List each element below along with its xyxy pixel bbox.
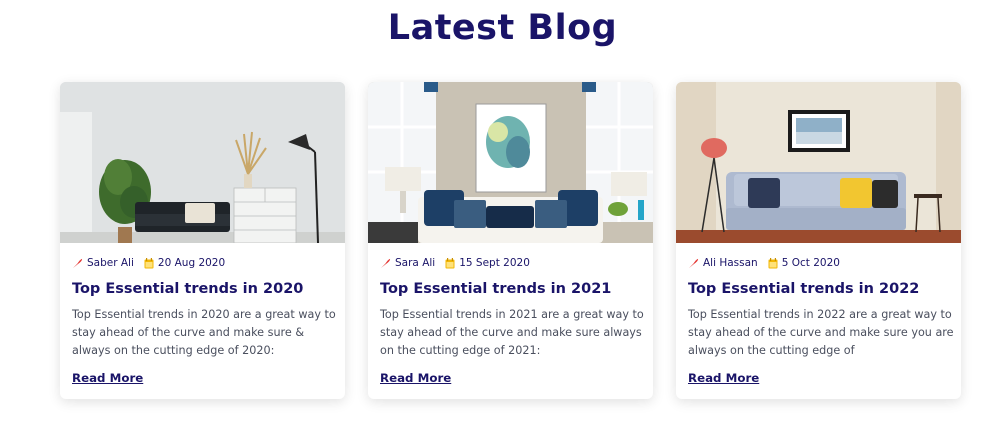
post-author[interactable]: Saber Ali (87, 257, 134, 269)
read-more-link[interactable]: Read More (72, 371, 143, 385)
calendar-icon (768, 257, 778, 269)
post-title[interactable]: Top Essential trends in 2021 (380, 281, 645, 297)
post-title[interactable]: Top Essential trends in 2020 (72, 281, 337, 297)
blog-card: Sara Ali 15 Sept 2020 Top Essential tren… (368, 82, 653, 399)
blog-image[interactable] (60, 82, 345, 243)
post-excerpt: Top Essential trends in 2021 are a great… (380, 308, 644, 357)
post-date: 15 Sept 2020 (459, 257, 530, 269)
post-excerpt: Top Essential trends in 2022 are a great… (688, 308, 954, 357)
read-more-link[interactable]: Read More (688, 371, 759, 385)
post-meta: Sara Ali 15 Sept 2020 (380, 255, 530, 271)
feather-pen-icon (688, 258, 699, 269)
feather-pen-icon (380, 258, 391, 269)
calendar-icon (445, 257, 455, 269)
post-excerpt: Top Essential trends in 2020 are a great… (72, 308, 336, 357)
feather-pen-icon (72, 258, 83, 269)
blog-image[interactable] (676, 82, 961, 243)
post-author[interactable]: Ali Hassan (703, 257, 758, 269)
blog-card: Saber Ali 20 Aug 2020 Top Essential tren… (60, 82, 345, 399)
post-meta: Ali Hassan 5 Oct 2020 (688, 255, 840, 271)
post-title[interactable]: Top Essential trends in 2022 (688, 281, 953, 297)
read-more-link[interactable]: Read More (380, 371, 451, 385)
post-date: 20 Aug 2020 (157, 257, 226, 269)
blog-image[interactable] (368, 82, 653, 243)
post-date: 5 Oct 2020 (781, 257, 840, 269)
calendar-icon (144, 257, 154, 269)
section-title: Latest Blog (387, 8, 618, 48)
blog-card: Ali Hassan 5 Oct 2020 Top Essential tren… (676, 82, 961, 399)
post-author[interactable]: Sara Ali (395, 257, 435, 269)
post-meta: Saber Ali 20 Aug 2020 (72, 255, 225, 271)
